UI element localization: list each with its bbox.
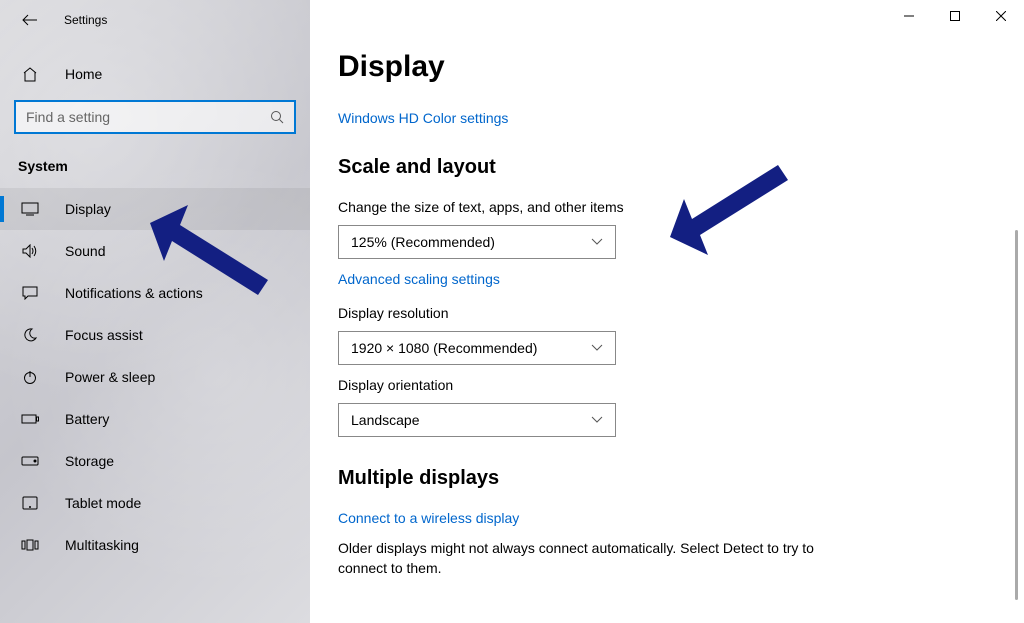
titlebar: Settings xyxy=(0,0,310,40)
orientation-dropdown[interactable]: Landscape xyxy=(338,403,616,437)
sidebar-item-label: Sound xyxy=(65,243,105,259)
sidebar-item-power-sleep[interactable]: Power & sleep xyxy=(0,356,310,398)
scale-dropdown[interactable]: 125% (Recommended) xyxy=(338,225,616,259)
home-label: Home xyxy=(65,66,102,82)
category-label: System xyxy=(0,134,310,188)
search-input[interactable] xyxy=(26,109,270,125)
resolution-value: 1920 × 1080 (Recommended) xyxy=(351,340,537,356)
chevron-down-icon xyxy=(591,416,603,424)
orientation-value: Landscape xyxy=(351,412,420,428)
monitor-icon xyxy=(20,202,40,216)
moon-icon xyxy=(20,328,40,342)
hd-color-settings-link[interactable]: Windows HD Color settings xyxy=(338,110,1024,126)
annotation-arrow-main xyxy=(670,155,800,255)
chevron-down-icon xyxy=(591,238,603,246)
comment-icon xyxy=(20,286,40,300)
power-icon xyxy=(20,370,40,384)
sidebar-item-focus-assist[interactable]: Focus assist xyxy=(0,314,310,356)
window-title: Settings xyxy=(64,13,107,27)
sidebar-item-tablet-mode[interactable]: Tablet mode xyxy=(0,482,310,524)
sidebar-item-label: Display xyxy=(65,201,111,217)
home-button[interactable]: Home xyxy=(0,56,310,92)
storage-icon xyxy=(20,456,40,466)
speaker-icon xyxy=(20,244,40,258)
content-area: Display Windows HD Color settings Scale … xyxy=(310,0,1024,623)
sidebar: Settings Home System Display Sound Notif… xyxy=(0,0,310,623)
sidebar-item-label: Multitasking xyxy=(65,537,139,553)
home-icon xyxy=(20,67,40,82)
sidebar-item-label: Focus assist xyxy=(65,327,143,343)
advanced-scaling-link[interactable]: Advanced scaling settings xyxy=(338,271,1024,287)
sidebar-item-label: Tablet mode xyxy=(65,495,141,511)
older-displays-text: Older displays might not always connect … xyxy=(338,538,818,579)
sidebar-item-storage[interactable]: Storage xyxy=(0,440,310,482)
battery-icon xyxy=(20,414,40,424)
sidebar-item-label: Power & sleep xyxy=(65,369,155,385)
wireless-display-link[interactable]: Connect to a wireless display xyxy=(338,510,1024,526)
resolution-dropdown[interactable]: 1920 × 1080 (Recommended) xyxy=(338,331,616,365)
sidebar-item-battery[interactable]: Battery xyxy=(0,398,310,440)
orientation-field-label: Display orientation xyxy=(338,377,1024,393)
sidebar-item-multitasking[interactable]: Multitasking xyxy=(0,524,310,566)
search-icon xyxy=(270,110,284,124)
resolution-field-label: Display resolution xyxy=(338,305,1024,321)
multitask-icon xyxy=(20,539,40,551)
annotation-arrow-sidebar xyxy=(150,205,280,305)
arrow-left-icon xyxy=(22,14,38,26)
tablet-icon xyxy=(20,496,40,510)
page-title: Display xyxy=(338,50,1024,84)
scale-value: 125% (Recommended) xyxy=(351,234,495,250)
search-box[interactable] xyxy=(14,100,296,134)
multiple-displays-heading: Multiple displays xyxy=(338,467,1024,490)
sidebar-item-label: Battery xyxy=(65,411,109,427)
sidebar-item-label: Storage xyxy=(65,453,114,469)
chevron-down-icon xyxy=(591,344,603,352)
back-button[interactable] xyxy=(20,10,40,30)
main-panel: Display Windows HD Color settings Scale … xyxy=(310,0,1024,623)
scrollbar[interactable] xyxy=(1015,230,1018,600)
